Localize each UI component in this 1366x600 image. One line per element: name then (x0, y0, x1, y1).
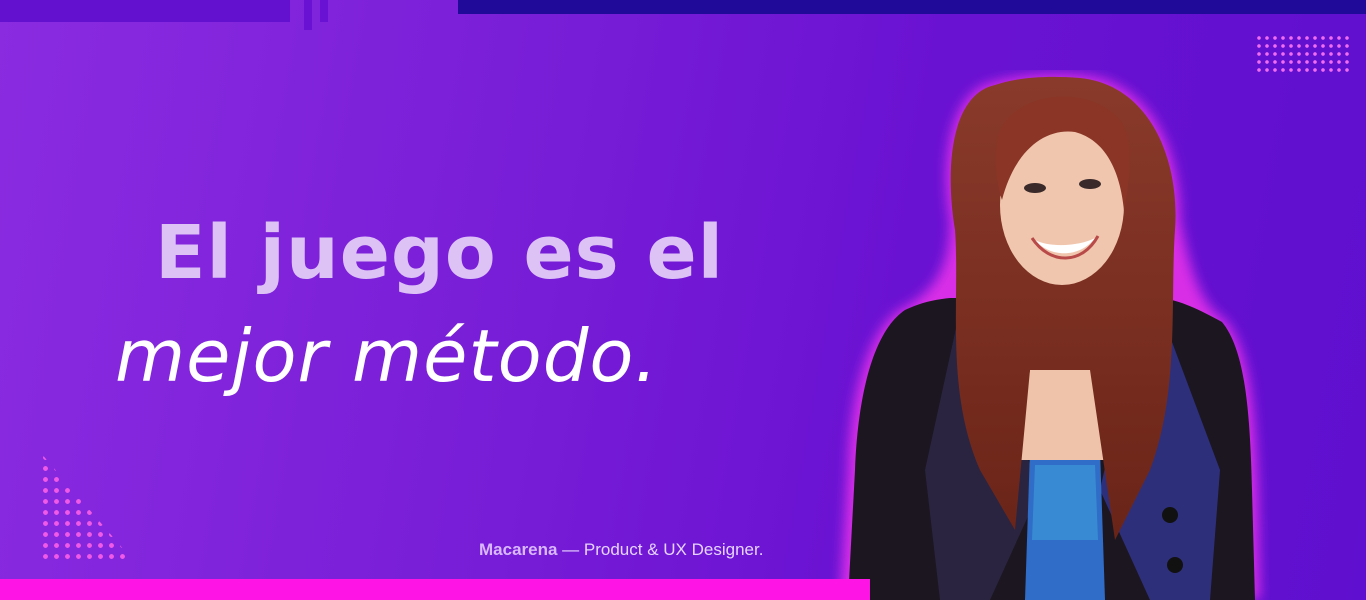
decorative-top-bar (458, 0, 1366, 14)
author-role: Product & UX Designer. (583, 540, 764, 559)
caption-separator: — (557, 540, 584, 559)
author-caption: Macarena — Product & UX Designer. (479, 540, 763, 560)
decorative-bar (320, 0, 328, 22)
decorative-bar (304, 0, 312, 30)
headline-line-2: mejor método. (115, 314, 659, 398)
author-name: Macarena (479, 540, 558, 559)
dot-pattern-bottom-left (40, 452, 136, 564)
hero-banner: El juego es el mejor método. Macarena — … (0, 0, 1366, 600)
person-portrait (830, 70, 1270, 600)
headline-line-1: El juego es el (155, 210, 725, 296)
decorative-bar (0, 0, 290, 22)
decorative-bottom-bar (0, 579, 870, 600)
